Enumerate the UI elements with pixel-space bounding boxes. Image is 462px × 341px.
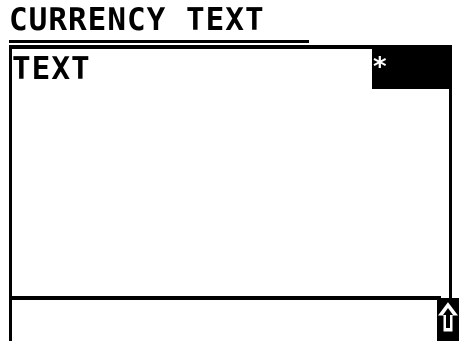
shift-up-arrow-icon	[438, 302, 458, 332]
title-bar: CURRENCY TEXT	[0, 0, 462, 40]
device-screen: CURRENCY TEXT TEXT *	[0, 0, 462, 341]
shift-key[interactable]	[437, 298, 459, 341]
list-item[interactable]: TEXT	[12, 49, 372, 89]
list-item-label: TEXT	[12, 51, 91, 87]
selection-marker[interactable]: *	[372, 49, 449, 89]
title-underline	[9, 40, 309, 43]
page-title: CURRENCY TEXT	[9, 2, 265, 38]
asterisk-icon: *	[372, 52, 388, 82]
text-input-field[interactable]	[12, 300, 438, 341]
